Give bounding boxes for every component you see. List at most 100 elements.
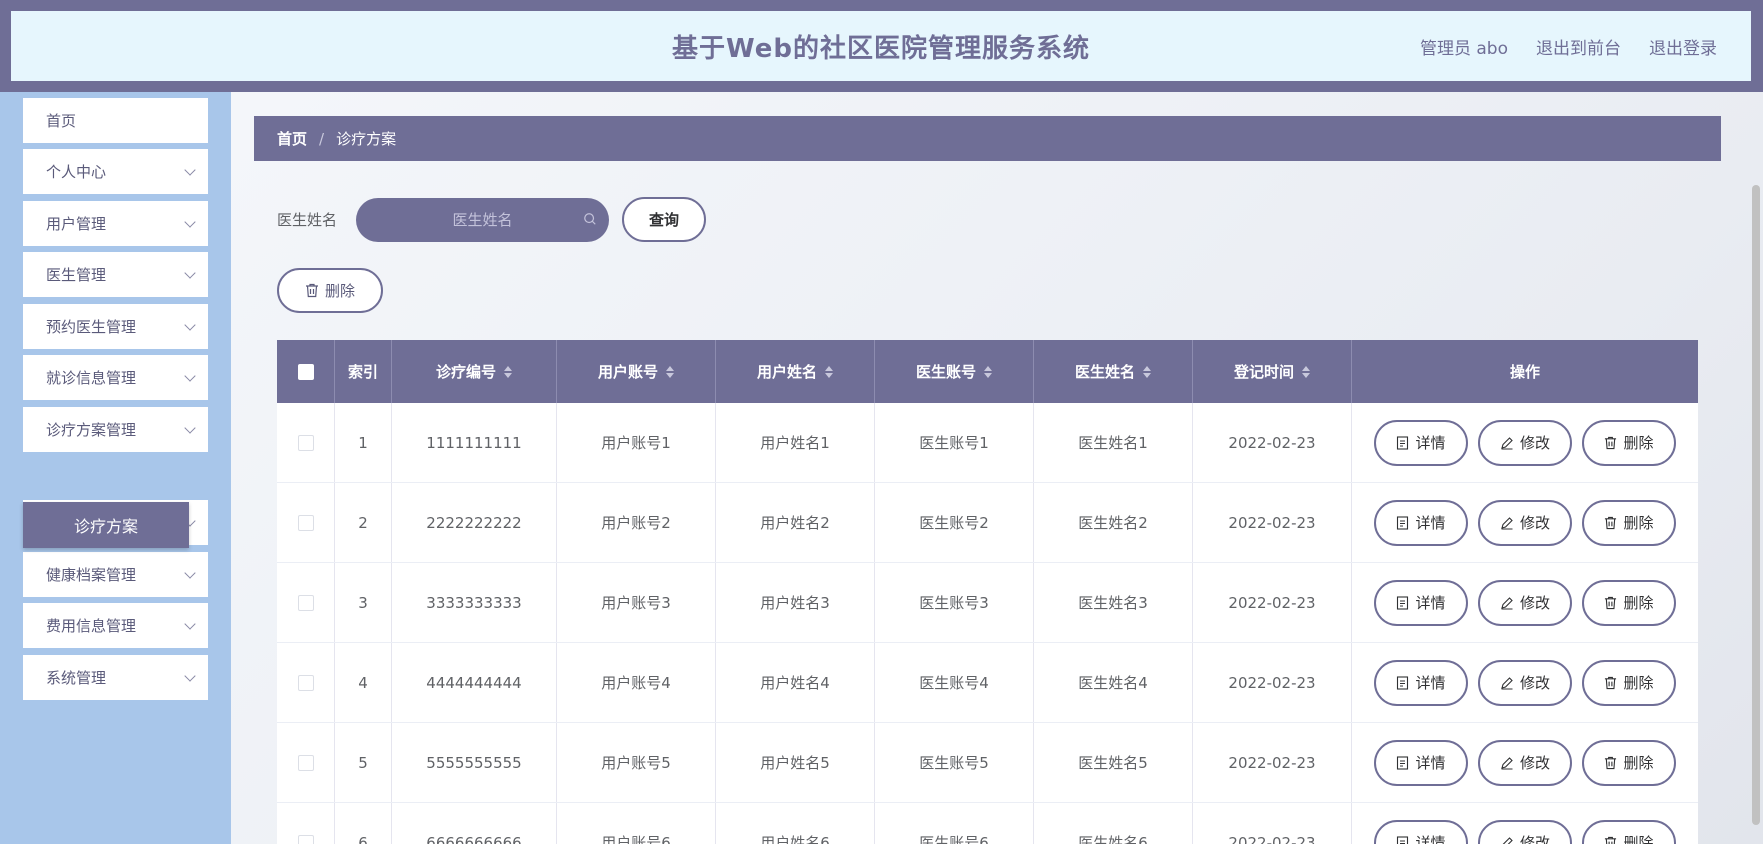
top-header: 基于Web的社区医院管理服务系统 管理员 abo 退出到前台 退出登录 <box>11 11 1751 81</box>
row-checkbox[interactable] <box>297 514 314 531</box>
scrollbar[interactable] <box>1752 185 1760 825</box>
chevron-down-icon <box>184 267 196 279</box>
edit-button[interactable]: 修改 <box>1478 819 1572 844</box>
detail-label: 详情 <box>1415 674 1446 692</box>
detail-button[interactable]: 详情 <box>1374 739 1468 786</box>
table-cell: 4444444444 <box>392 643 557 722</box>
table-cell: 1 <box>335 403 392 482</box>
chevron-down-icon <box>184 319 196 331</box>
column-header-4[interactable]: 医生账号 <box>875 340 1034 403</box>
table-row: 2 2222222222 用户账号2 用户姓名2 医生账号2 医生姓名2 2022-02-2… <box>277 483 1698 563</box>
row-checkbox[interactable] <box>297 834 314 844</box>
sidebar-subitem-active[interactable]: 诊疗方案 <box>23 502 189 548</box>
table-cell: 2 <box>335 483 392 562</box>
row-checkbox[interactable] <box>297 434 314 451</box>
app-title: 基于Web的社区医院管理服务系统 <box>672 33 1090 64</box>
chevron-down-icon <box>184 567 196 579</box>
sidebar-item-1[interactable]: 个人中心 <box>23 149 208 194</box>
row-select-cell <box>277 483 335 562</box>
delete-button[interactable]: 删除 <box>1582 739 1676 786</box>
delete-label: 删除 <box>1623 514 1654 532</box>
sidebar-item-3[interactable]: 医生管理 <box>23 252 208 297</box>
sidebar-item-label: 健康档案管理 <box>46 566 137 584</box>
edit-button[interactable]: 修改 <box>1478 499 1572 546</box>
delete-button[interactable]: 删除 <box>1582 579 1676 626</box>
edit-button[interactable]: 修改 <box>1478 659 1572 706</box>
batch-delete-button[interactable]: 删除 <box>277 268 383 313</box>
sidebar-item-label: 首页 <box>46 112 77 130</box>
edit-icon <box>1501 436 1513 450</box>
column-header-7: 操作 <box>1352 340 1698 403</box>
sort-icon[interactable] <box>666 365 674 378</box>
breadcrumb-separator: / <box>319 129 325 148</box>
edit-label: 修改 <box>1519 434 1550 452</box>
sort-icon[interactable] <box>984 365 992 378</box>
row-actions: 详情 修改 删除 <box>1352 803 1698 844</box>
table-header: 索引 诊疗编号 用户账号 用户姓名 医生账号 医生姓名 登记时间 操作 <box>277 340 1698 403</box>
query-button[interactable]: 查询 <box>622 197 706 242</box>
detail-button[interactable]: 详情 <box>1374 419 1468 466</box>
sidebar-item-6[interactable]: 诊疗方案管理 <box>23 407 208 452</box>
delete-button[interactable]: 删除 <box>1582 499 1676 546</box>
column-header-3[interactable]: 用户姓名 <box>716 340 875 403</box>
back-to-front-link[interactable]: 退出到前台 <box>1536 34 1621 59</box>
select-all-checkbox[interactable] <box>297 363 314 380</box>
edit-button[interactable]: 修改 <box>1478 739 1572 786</box>
table-row: 3 3333333333 用户账号3 用户姓名3 医生账号3 医生姓名3 2022-02-2… <box>277 563 1698 643</box>
breadcrumb-home[interactable]: 首页 <box>277 128 307 149</box>
sort-icon[interactable] <box>825 365 833 378</box>
sort-icon[interactable] <box>504 365 512 378</box>
detail-label: 详情 <box>1415 594 1446 612</box>
sidebar-item-10[interactable]: 系统管理 <box>23 655 208 700</box>
trash-icon <box>1605 676 1617 689</box>
document-icon <box>1397 675 1409 690</box>
detail-button[interactable]: 详情 <box>1374 819 1468 844</box>
sidebar-item-9[interactable]: 费用信息管理 <box>23 603 208 648</box>
row-select-cell <box>277 723 335 802</box>
document-icon <box>1397 835 1409 844</box>
row-select-cell <box>277 403 335 482</box>
detail-button[interactable]: 详情 <box>1374 499 1468 546</box>
delete-button[interactable]: 删除 <box>1582 659 1676 706</box>
sidebar-item-5[interactable]: 就诊信息管理 <box>23 355 208 400</box>
detail-button[interactable]: 详情 <box>1374 579 1468 626</box>
column-header-1[interactable]: 诊疗编号 <box>392 340 557 403</box>
table-cell: 医生姓名5 <box>1034 723 1193 802</box>
table-cell: 5 <box>335 723 392 802</box>
current-user: 管理员 abo <box>1419 38 1508 59</box>
chevron-down-icon <box>184 216 196 228</box>
row-checkbox[interactable] <box>297 754 314 771</box>
edit-button[interactable]: 修改 <box>1478 579 1572 626</box>
chevron-down-icon <box>184 670 196 682</box>
logout-link[interactable]: 退出登录 <box>1649 34 1717 59</box>
batch-delete-label: 删除 <box>324 282 355 300</box>
row-actions: 详情 修改 删除 <box>1352 563 1698 642</box>
delete-label: 删除 <box>1623 434 1654 452</box>
column-header-2[interactable]: 用户账号 <box>557 340 716 403</box>
select-all-cell <box>277 340 335 403</box>
sort-icon[interactable] <box>1302 365 1310 378</box>
sort-icon[interactable] <box>1143 365 1151 378</box>
column-header-6[interactable]: 登记时间 <box>1193 340 1352 403</box>
table-body: 1 1111111111 用户账号1 用户姓名1 医生账号1 医生姓名1 2022-02-2… <box>277 403 1698 844</box>
row-actions: 详情 修改 删除 <box>1352 403 1698 482</box>
column-header-5[interactable]: 医生姓名 <box>1034 340 1193 403</box>
doctor-name-search-input[interactable] <box>392 211 573 229</box>
detail-button[interactable]: 详情 <box>1374 659 1468 706</box>
edit-button[interactable]: 修改 <box>1478 419 1572 466</box>
sidebar-item-4[interactable]: 预约医生管理 <box>23 304 208 349</box>
delete-button[interactable]: 删除 <box>1582 419 1676 466</box>
document-icon <box>1397 755 1409 770</box>
detail-label: 详情 <box>1415 514 1446 532</box>
row-checkbox[interactable] <box>297 594 314 611</box>
sidebar-item-8[interactable]: 健康档案管理 <box>23 552 208 597</box>
table-cell: 用户姓名5 <box>716 723 875 802</box>
sidebar-item-2[interactable]: 用户管理 <box>23 201 208 246</box>
delete-button[interactable]: 删除 <box>1582 819 1676 844</box>
sidebar-item-0[interactable]: 首页 <box>23 98 208 143</box>
table-cell: 用户账号3 <box>557 563 716 642</box>
search-icon[interactable] <box>583 212 597 226</box>
chevron-down-icon <box>184 164 196 176</box>
delete-label: 删除 <box>1623 834 1654 844</box>
row-checkbox[interactable] <box>297 674 314 691</box>
